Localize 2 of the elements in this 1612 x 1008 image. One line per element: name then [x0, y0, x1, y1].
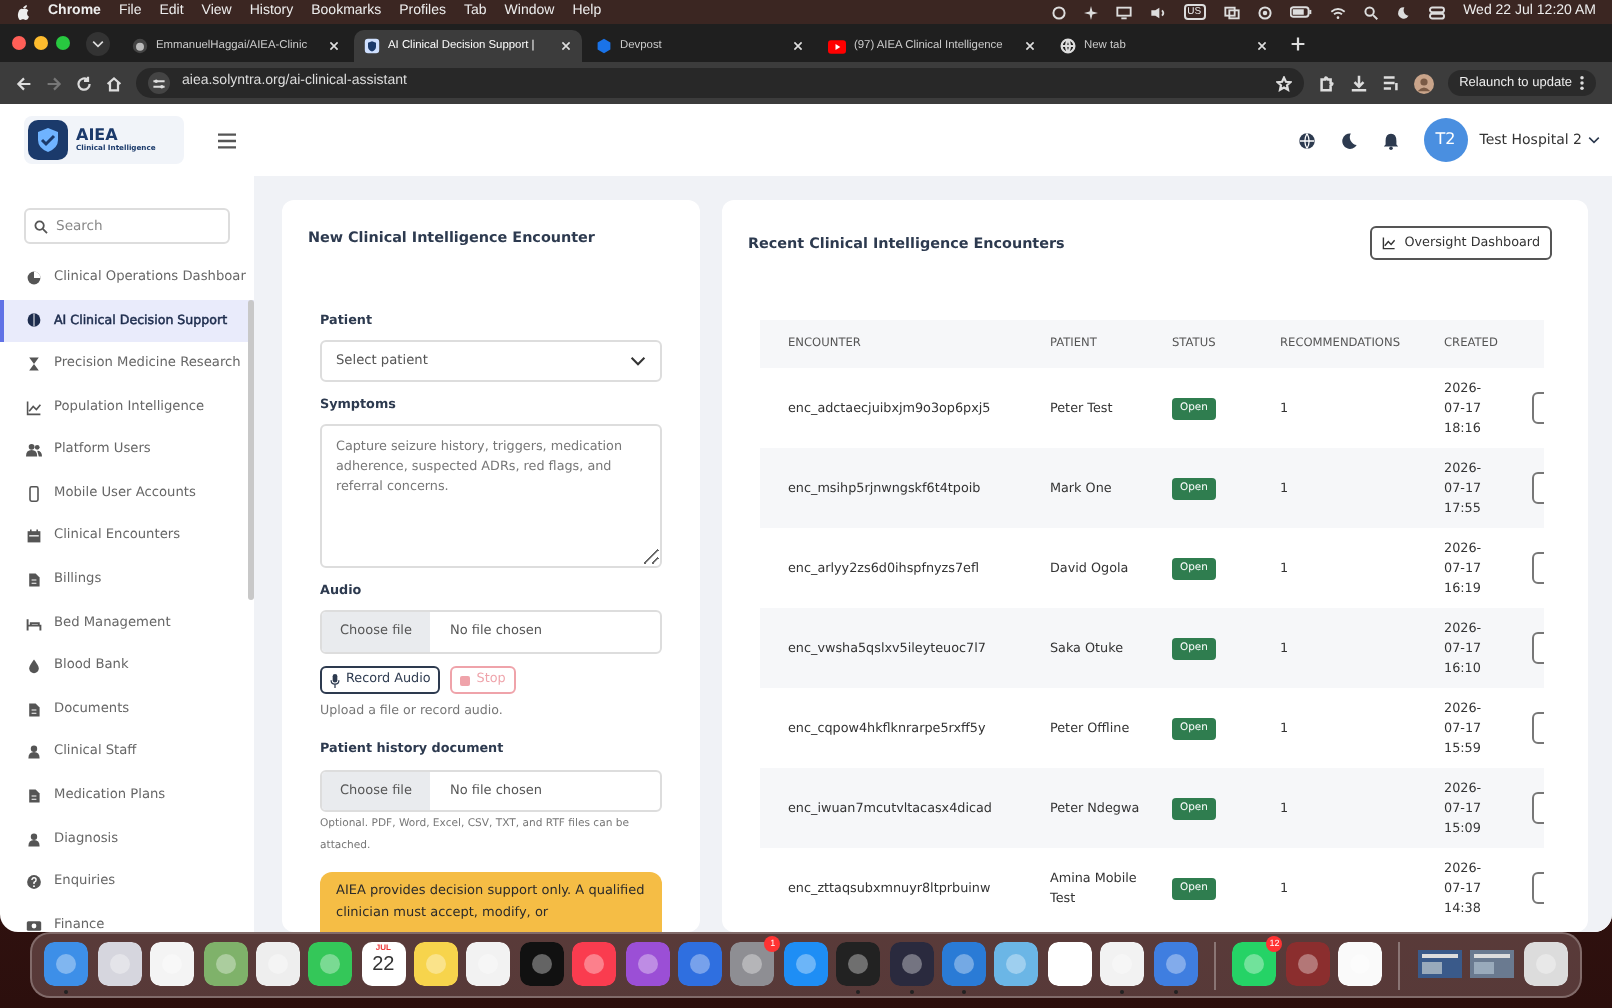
calendar-day: 22 — [372, 954, 395, 978]
brand-name: AIEA — [76, 126, 120, 144]
